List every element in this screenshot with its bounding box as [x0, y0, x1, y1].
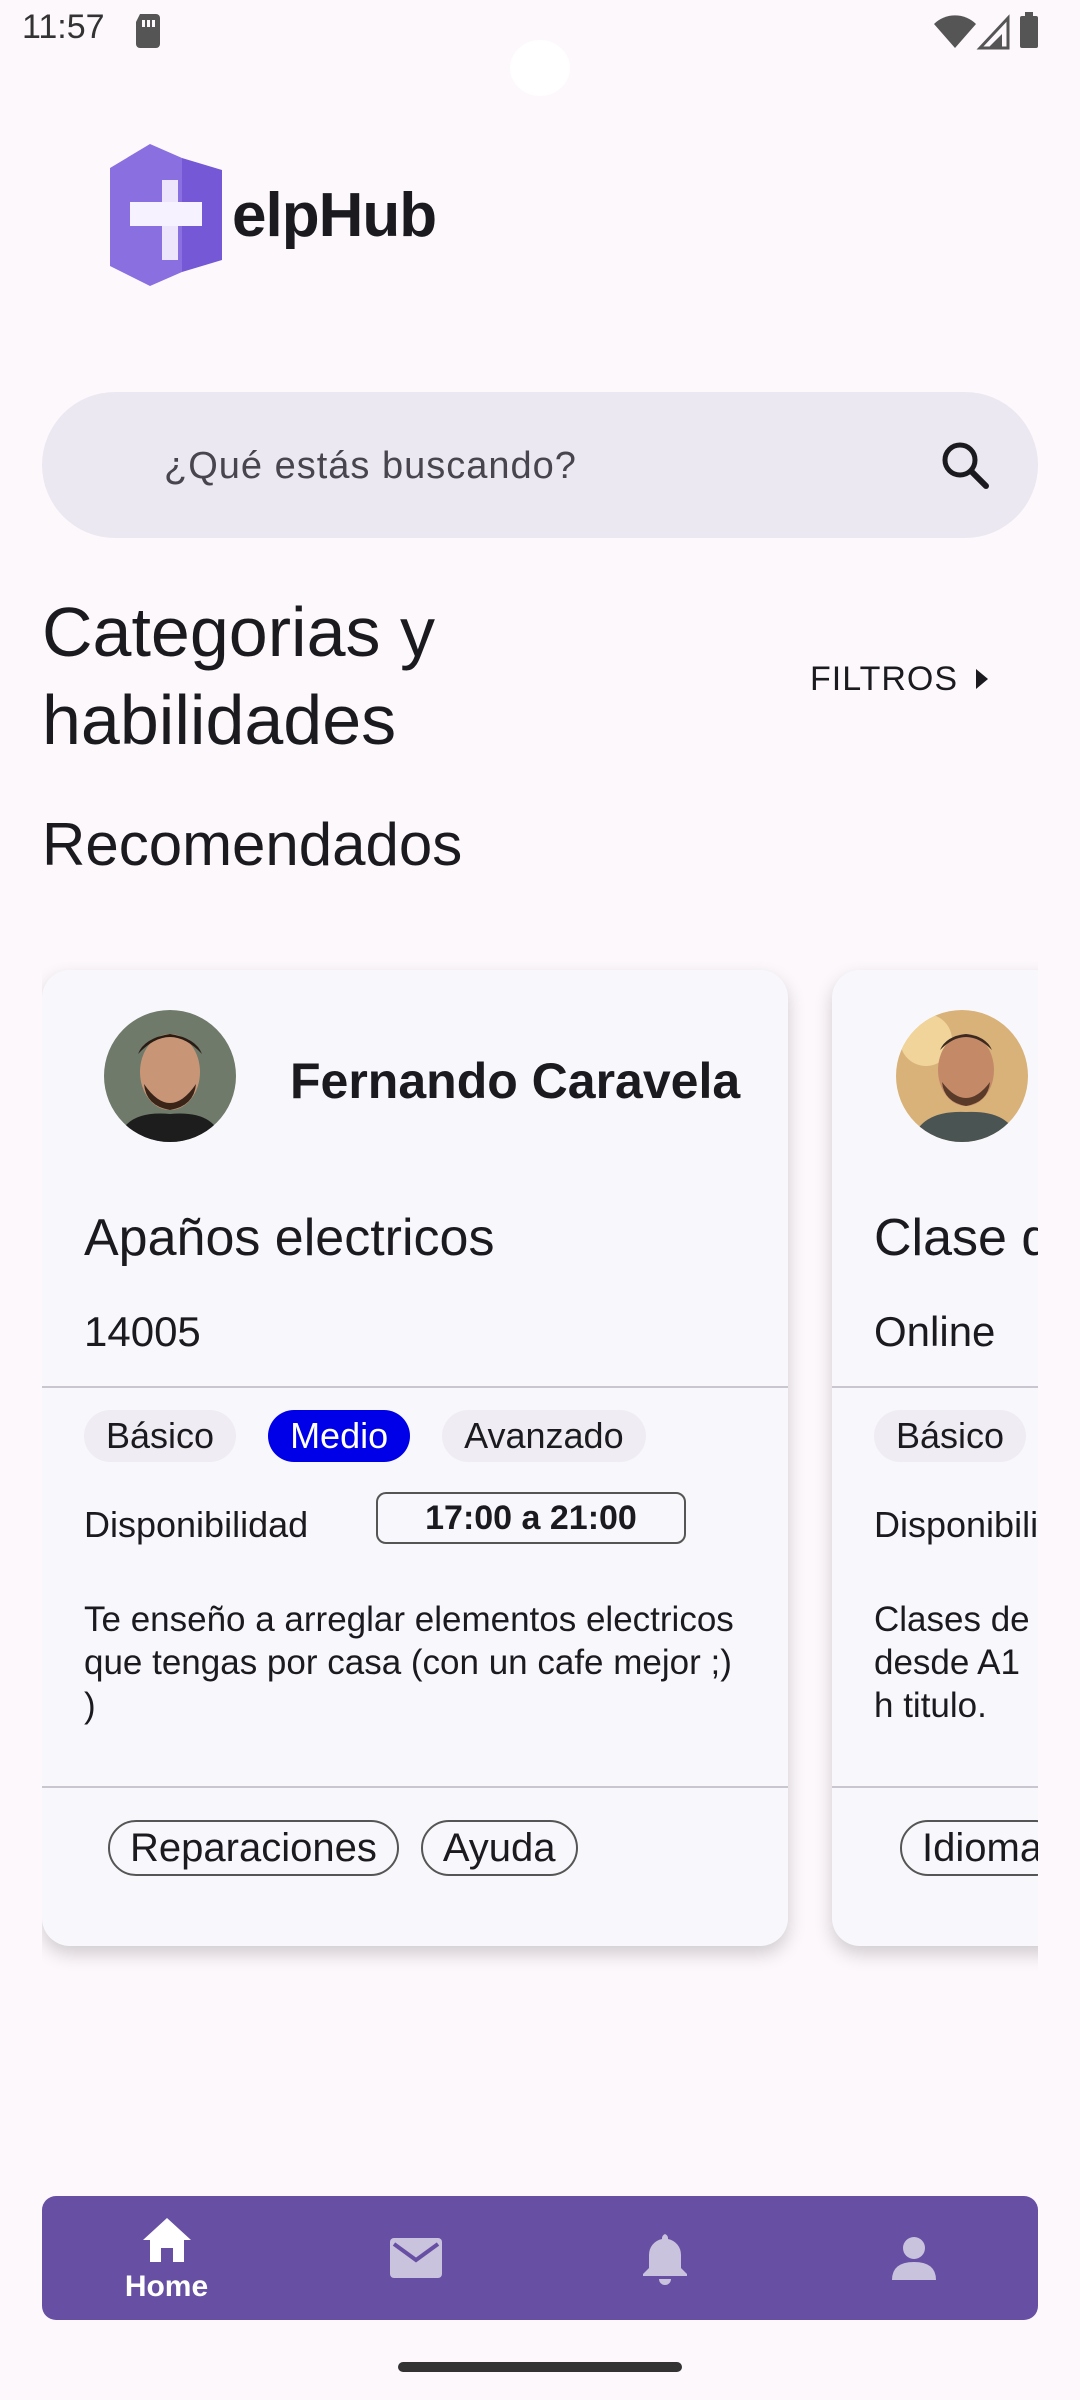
divider [832, 1386, 1038, 1388]
home-icon [142, 2218, 191, 2262]
signal-icon [976, 14, 1010, 50]
card-title: Clase d [874, 1209, 1038, 1267]
arrow-right-icon [976, 669, 989, 689]
search-input[interactable] [162, 432, 886, 500]
recommendation-card[interactable]: Clase d Online Básico Disponibili Clases… [832, 970, 1038, 1946]
level-chip-medio[interactable]: Medio [268, 1410, 411, 1462]
search-bar[interactable] [42, 392, 1038, 538]
availability-label: Disponibili [874, 1504, 1038, 1545]
divider [832, 1786, 1038, 1788]
nav-label-home: Home [124, 2270, 209, 2303]
mail-icon [389, 2238, 442, 2278]
availability-label: Disponibilidad [84, 1504, 309, 1545]
person-icon [891, 2237, 936, 2280]
level-chips: Básico [874, 1410, 1027, 1462]
avatar [104, 1010, 236, 1142]
logo-text: elpHub [232, 181, 437, 250]
bottom-navigation: Home [42, 2196, 1038, 2320]
card-location: 14005 [84, 1308, 201, 1355]
filters-label: FILTROS [810, 659, 959, 698]
tag-list: Reparaciones Ayuda [108, 1820, 578, 1876]
divider [42, 1786, 788, 1788]
card-title: Apaños electricos [84, 1209, 495, 1267]
battery-icon [1020, 12, 1038, 48]
status-time: 11:57 [22, 8, 105, 46]
recommended-carousel[interactable]: Fernando Caravela Apaños electricos 1400… [42, 960, 1038, 1980]
divider [42, 1386, 788, 1388]
nav-item-home[interactable]: Home [42, 2196, 291, 2320]
status-icons [934, 12, 1038, 50]
tag-chip[interactable]: Idioma [900, 1820, 1038, 1876]
recommendation-card[interactable]: Fernando Caravela Apaños electricos 1400… [42, 970, 788, 1946]
nav-item-messages[interactable] [291, 2196, 540, 2320]
tag-list: Idioma [900, 1820, 1038, 1876]
card-description: Clases de desde A1 h titulo. [874, 1600, 1030, 1725]
nav-item-profile[interactable] [789, 2196, 1038, 2320]
bell-icon [642, 2234, 687, 2285]
search-icon[interactable] [938, 438, 992, 492]
availability-time: 17:00 a 21:00 [376, 1492, 686, 1544]
tag-chip[interactable]: Reparaciones [108, 1820, 399, 1876]
gesture-home-indicator[interactable] [398, 2362, 682, 2372]
level-chip-basico[interactable]: Básico [874, 1410, 1027, 1462]
level-chip-avanzado[interactable]: Avanzado [442, 1410, 646, 1462]
filters-button[interactable]: FILTROS [810, 654, 989, 704]
card-description: Te enseño a arreglar elementos electrico… [84, 1600, 734, 1725]
tag-chip[interactable]: Ayuda [420, 1820, 578, 1876]
avatar [896, 1010, 1028, 1142]
section-title: Categorias y habilidades [42, 593, 435, 759]
recommended-title: Recomendados [42, 811, 463, 878]
sim-card-icon [136, 14, 160, 48]
card-location: Online [874, 1308, 996, 1355]
nav-item-notifications[interactable] [540, 2196, 789, 2320]
card-name: Fernando Caravela [290, 1053, 741, 1109]
wifi-icon [934, 15, 976, 49]
level-chips: Básico Medio Avanzado [84, 1410, 646, 1462]
camera-cutout [510, 40, 570, 96]
level-chip-basico[interactable]: Básico [84, 1410, 237, 1462]
